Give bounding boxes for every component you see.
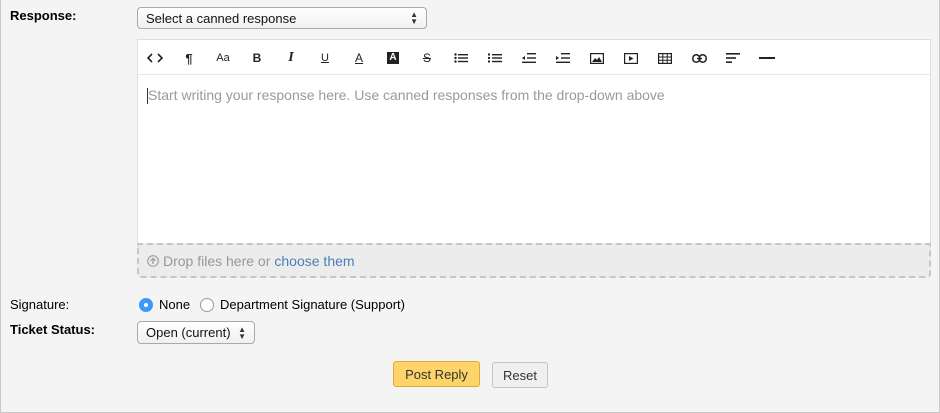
numbered-list-icon[interactable]: [483, 47, 507, 69]
select-arrows-icon: ▲ ▼: [238, 324, 246, 341]
signature-none-radio[interactable]: [139, 298, 153, 312]
post-reply-button[interactable]: Post Reply: [393, 361, 480, 387]
outdent-icon[interactable]: [517, 47, 541, 69]
signature-department-radio[interactable]: [200, 298, 214, 312]
paragraph-icon[interactable]: ¶: [177, 47, 201, 69]
signature-label: Signature:: [10, 297, 70, 312]
choose-files-link[interactable]: choose them: [274, 253, 354, 269]
align-icon[interactable]: [721, 47, 745, 69]
video-icon[interactable]: [619, 47, 643, 69]
canned-response-select[interactable]: Select a canned response ▲ ▼: [137, 7, 427, 29]
upload-icon: [147, 254, 159, 267]
indent-icon[interactable]: [551, 47, 575, 69]
table-icon[interactable]: [653, 47, 677, 69]
editor-toolbar: ¶ Aa B I U A A S: [138, 40, 930, 75]
select-arrows-icon: ▲ ▼: [410, 10, 418, 26]
signature-department-label: Department Signature (Support): [220, 297, 405, 312]
font-color-icon[interactable]: A: [347, 47, 371, 69]
reset-button[interactable]: Reset: [492, 362, 548, 388]
signature-none-label: None: [159, 297, 191, 312]
editor-placeholder: Start writing your response here. Use ca…: [148, 87, 665, 103]
strikethrough-icon[interactable]: S: [415, 47, 439, 69]
canned-response-select-value: Select a canned response: [146, 10, 297, 26]
font-size-icon[interactable]: Aa: [211, 47, 235, 69]
ticket-status-select-value: Open (current): [146, 325, 231, 340]
reply-form: Response: Select a canned response ▲ ▼ ¶ …: [0, 0, 940, 413]
image-icon[interactable]: [585, 47, 609, 69]
response-editor[interactable]: ¶ Aa B I U A A S Start writing your resp…: [137, 39, 931, 243]
horizontal-rule-icon[interactable]: [755, 47, 779, 69]
highlight-color-icon[interactable]: A: [381, 47, 405, 69]
bullet-list-icon[interactable]: [449, 47, 473, 69]
link-icon[interactable]: [687, 47, 711, 69]
italic-icon[interactable]: I: [279, 47, 303, 69]
ticket-status-select[interactable]: Open (current) ▲ ▼: [137, 321, 255, 344]
ticket-status-label: Ticket Status:: [10, 322, 96, 337]
file-dropzone[interactable]: Drop files here or choose them: [137, 243, 931, 278]
bold-icon[interactable]: B: [245, 47, 269, 69]
response-label: Response:: [10, 8, 77, 23]
underline-icon[interactable]: U: [313, 47, 337, 69]
code-view-icon[interactable]: [143, 47, 167, 69]
dropzone-text: Drop files here or: [163, 252, 271, 269]
